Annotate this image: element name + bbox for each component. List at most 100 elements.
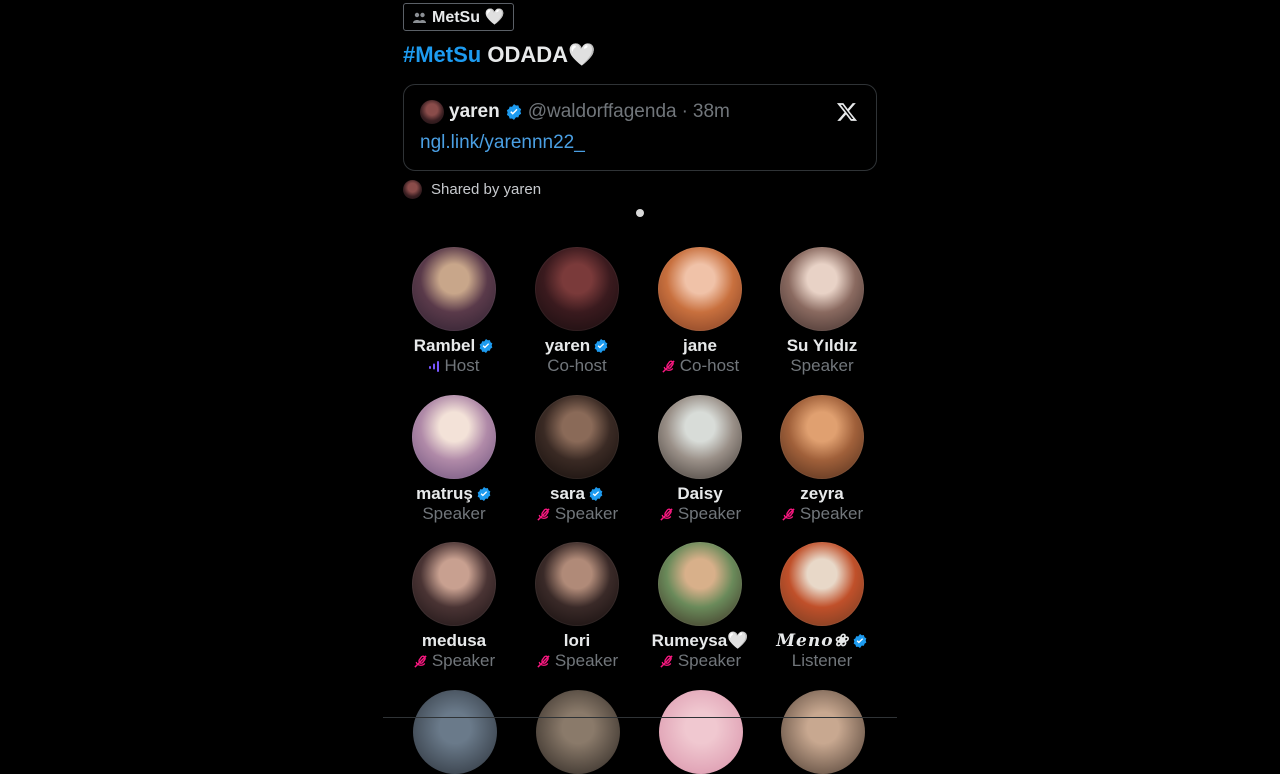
- participant-role-row: Speaker: [760, 504, 884, 524]
- participant-name: Rambel: [413, 336, 476, 355]
- participant-name: 𝑴𝒆𝒏𝒐❀: [776, 631, 849, 651]
- avatar[interactable]: [536, 690, 620, 774]
- participant-name: Daisy: [677, 484, 723, 503]
- mic-muted-icon: [414, 654, 427, 668]
- participant-card[interactable]: Rumeysa🤍 Speaker: [638, 542, 762, 671]
- participant-card[interactable]: yaren Co-host: [515, 247, 639, 376]
- participant-role: Speaker: [554, 651, 619, 670]
- mic-muted-icon: [660, 507, 673, 521]
- mic-muted-icon: [537, 654, 550, 668]
- participant-role-row: Speaker: [392, 504, 516, 524]
- participant-role: Host: [444, 356, 480, 375]
- avatar[interactable]: [781, 690, 865, 774]
- participant-name-row: medusa: [392, 631, 516, 651]
- space-hashtag[interactable]: #MetSu: [403, 42, 481, 67]
- avatar[interactable]: [780, 395, 864, 479]
- verified-badge-icon: [477, 487, 491, 501]
- participant-name: matruş: [416, 484, 473, 503]
- participant-role: Speaker: [422, 504, 486, 523]
- participant-name: sara: [550, 484, 585, 503]
- tweet-author-name[interactable]: yaren: [449, 101, 500, 123]
- participant-name: medusa: [421, 631, 487, 650]
- shared-by-row: Shared by yaren: [403, 180, 541, 199]
- participant-role-row: Host: [392, 356, 516, 376]
- avatar[interactable]: [412, 395, 496, 479]
- participant-card[interactable]: matruş Speaker: [392, 395, 516, 524]
- mic-muted-icon: [662, 359, 675, 373]
- avatar[interactable]: [658, 247, 742, 331]
- verified-badge-icon: [589, 487, 603, 501]
- avatar[interactable]: [412, 247, 496, 331]
- avatar[interactable]: [413, 690, 497, 774]
- avatar[interactable]: [535, 247, 619, 331]
- verified-badge-icon: [479, 339, 493, 353]
- participant-name: yaren: [544, 336, 591, 355]
- x-logo-icon[interactable]: [836, 101, 858, 123]
- tweet-timestamp: 38m: [692, 101, 730, 122]
- participant-name-row: matruş: [392, 484, 516, 504]
- participant-name-row: Daisy: [638, 484, 762, 504]
- tweet-author-handle[interactable]: @waldorffagenda: [528, 101, 677, 123]
- participant-role-row: Speaker: [515, 504, 639, 524]
- tweet-link[interactable]: ngl.link/yarennn22_: [420, 132, 585, 154]
- participant-role-row: Speaker: [638, 651, 762, 671]
- participant-name: lori: [563, 631, 591, 650]
- participant-card[interactable]: lori Speaker: [515, 542, 639, 671]
- space-title-text: ODADA🤍: [481, 42, 596, 67]
- participant-name-row: Rambel: [392, 336, 516, 356]
- avatar[interactable]: [658, 542, 742, 626]
- people-icon: [413, 12, 426, 23]
- participant-role: Speaker: [799, 504, 864, 523]
- participant-role: Speaker: [790, 356, 854, 375]
- participant-role-row: Speaker: [392, 651, 516, 671]
- participant-card[interactable]: Su Yıldız Speaker: [760, 247, 884, 376]
- participant-role-row: Listener: [760, 651, 884, 671]
- verified-badge-icon: [594, 339, 608, 353]
- avatar[interactable]: [412, 542, 496, 626]
- participant-role-row: Speaker: [638, 504, 762, 524]
- participant-role: Co-host: [547, 356, 607, 375]
- community-chip[interactable]: MetSu 🤍: [403, 3, 515, 31]
- avatar[interactable]: [658, 395, 742, 479]
- avatar[interactable]: [780, 247, 864, 331]
- pinned-tweet-card[interactable]: yaren @waldorffagenda · 38m ngl.link/yar…: [403, 84, 877, 171]
- space-panel: MetSu 🤍 #MetSu ODADA🤍 yaren @waldorffage…: [403, 0, 877, 774]
- participant-name-row: lori: [515, 631, 639, 651]
- participant-role-row: Speaker: [760, 356, 884, 376]
- participant-name: jane: [682, 336, 718, 355]
- participant-role: Speaker: [554, 504, 619, 523]
- avatar[interactable]: [780, 542, 864, 626]
- participant-name-row: 𝑴𝒆𝒏𝒐❀: [760, 631, 884, 651]
- participant-name: Su Yıldız: [786, 336, 858, 355]
- mic-muted-icon: [782, 507, 795, 521]
- avatar[interactable]: [535, 542, 619, 626]
- participant-card[interactable]: jane Co-host: [638, 247, 762, 376]
- participant-card[interactable]: medusa Speaker: [392, 542, 516, 671]
- avatar[interactable]: [535, 395, 619, 479]
- page-indicator-dot: [636, 209, 644, 217]
- tweet-header: yaren @waldorffagenda · 38m: [420, 100, 730, 124]
- participant-name-row: zeyra: [760, 484, 884, 504]
- space-title: #MetSu ODADA🤍: [403, 42, 595, 68]
- participant-card[interactable]: Rambel Host: [392, 247, 516, 376]
- participant-name: zeyra: [800, 484, 844, 503]
- avatar[interactable]: [420, 100, 444, 124]
- participant-role-row: Co-host: [515, 356, 639, 376]
- divider: [383, 717, 897, 718]
- speaking-indicator-icon: [428, 360, 439, 372]
- participant-card[interactable]: 𝑴𝒆𝒏𝒐❀ Listener: [760, 542, 884, 671]
- verified-badge-icon: [853, 634, 867, 648]
- participant-role: Co-host: [679, 356, 740, 375]
- participant-name-row: Su Yıldız: [760, 336, 884, 356]
- avatar[interactable]: [659, 690, 743, 774]
- community-label: MetSu 🤍: [432, 9, 505, 26]
- mic-muted-icon: [660, 654, 673, 668]
- participant-card[interactable]: sara Speaker: [515, 395, 639, 524]
- participant-role: Speaker: [431, 651, 496, 670]
- participant-name-row: yaren: [515, 336, 639, 356]
- participant-card[interactable]: zeyra Speaker: [760, 395, 884, 524]
- participant-role-row: Speaker: [515, 651, 639, 671]
- participant-card[interactable]: Daisy Speaker: [638, 395, 762, 524]
- participant-name-row: sara: [515, 484, 639, 504]
- participant-role: Speaker: [677, 651, 742, 670]
